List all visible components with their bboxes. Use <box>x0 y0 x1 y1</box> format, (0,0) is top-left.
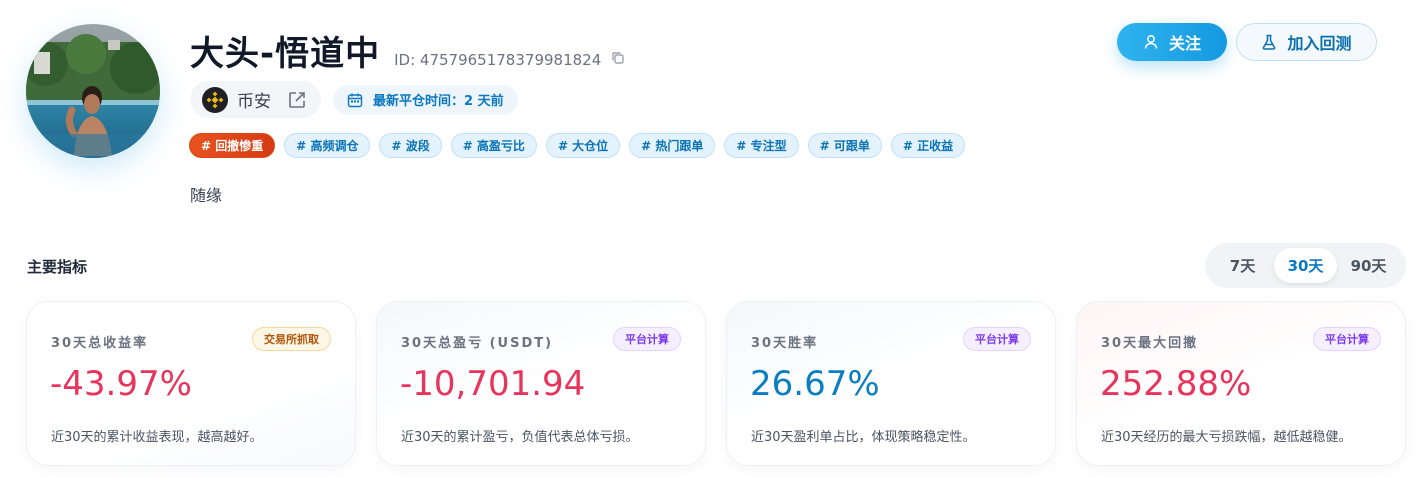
exchange-link[interactable]: 币安 <box>190 81 321 118</box>
copy-icon[interactable] <box>611 51 625 65</box>
metric-label: 30天总盈亏 (USDT) <box>401 336 554 351</box>
metric-description: 近30天经历的最大亏损跌幅，越低越稳健。 <box>1101 430 1352 445</box>
binance-logo-icon <box>202 86 228 113</box>
exchange-name: 币安 <box>237 92 271 112</box>
tag-copyable[interactable]: # 可跟单 <box>807 133 882 158</box>
metric-card-max-drawdown: 30天最大回撤 平台计算 252.88% 近30天经历的最大亏损跌幅，越低越稳健… <box>1076 301 1406 466</box>
metric-card-pnl: 30天总盈亏 (USDT) 平台计算 -10,701.94 近30天的累计盈亏，… <box>376 301 706 466</box>
metric-value: 252.88% <box>1100 364 1252 404</box>
calendar-icon <box>347 93 363 107</box>
metric-card-win-rate: 30天胜率 平台计算 26.67% 近30天盈利单占比，体现策略稳定性。 <box>726 301 1056 466</box>
source-badge: 平台计算 <box>613 327 681 351</box>
external-link-icon <box>289 91 305 108</box>
source-badge: 交易所抓取 <box>252 327 331 351</box>
last-close-badge: 最新平仓时间：2 天前 <box>333 84 518 115</box>
metric-description: 近30天的累计盈亏，负值代表总体亏损。 <box>401 430 639 445</box>
metric-label: 30天最大回撤 <box>1101 336 1199 351</box>
follow-label: 关注 <box>1168 36 1201 53</box>
trader-motto: 随缘 <box>190 186 223 205</box>
metric-card-return: 30天总收益率 交易所抓取 -43.97% 近30天的累计收益表现，越高越好。 <box>26 301 356 466</box>
metric-label: 30天总收益率 <box>51 336 149 351</box>
metric-value: -10,701.94 <box>400 364 586 404</box>
tag-high-pl-ratio[interactable]: # 高盈亏比 <box>450 133 537 158</box>
source-badge: 平台计算 <box>963 327 1031 351</box>
tag-list: # 回撤惨重 # 高频调仓 # 波段 # 高盈亏比 # 大仓位 # 热门跟单 #… <box>189 133 974 158</box>
backtest-label: 加入回测 <box>1287 34 1352 53</box>
tag-popular-copy[interactable]: # 热门跟单 <box>629 133 716 158</box>
tag-swing[interactable]: # 波段 <box>379 133 442 158</box>
tag-focused[interactable]: # 专注型 <box>724 133 799 158</box>
user-icon <box>1144 35 1158 49</box>
tag-large-position[interactable]: # 大仓位 <box>545 133 621 158</box>
avatar <box>26 24 160 158</box>
metric-value: 26.67% <box>750 364 880 404</box>
tag-drawdown[interactable]: # 回撤惨重 <box>189 133 276 158</box>
flask-icon <box>1263 34 1276 50</box>
range-toggle: 7天 30天 90天 <box>1205 243 1406 288</box>
tag-positive-return[interactable]: # 正收益 <box>890 133 966 158</box>
metrics-title: 主要指标 <box>27 258 88 276</box>
metric-value: -43.97% <box>50 364 192 404</box>
last-close-text: 最新平仓时间：2 天前 <box>373 94 504 109</box>
source-badge: 平台计算 <box>1313 327 1381 351</box>
meta-row: 币安 最新平仓时间：2 天前 <box>190 81 518 118</box>
add-backtest-button[interactable]: 加入回测 <box>1236 23 1377 61</box>
tag-high-frequency[interactable]: # 高频调仓 <box>284 133 371 158</box>
metric-description: 近30天盈利单占比，体现策略稳定性。 <box>751 430 976 445</box>
profile-header: 大头-悟道中 ID: 4757965178379981824 <box>190 26 625 75</box>
range-30d[interactable]: 30天 <box>1274 248 1337 283</box>
follow-button[interactable]: 关注 <box>1117 23 1227 61</box>
metric-label: 30天胜率 <box>751 336 819 351</box>
range-90d[interactable]: 90天 <box>1337 248 1400 283</box>
range-7d[interactable]: 7天 <box>1211 248 1274 283</box>
metric-description: 近30天的累计收益表现，越高越好。 <box>51 430 263 445</box>
trader-name: 大头-悟道中 <box>190 34 381 74</box>
trader-id: ID: 4757965178379981824 <box>394 51 602 69</box>
